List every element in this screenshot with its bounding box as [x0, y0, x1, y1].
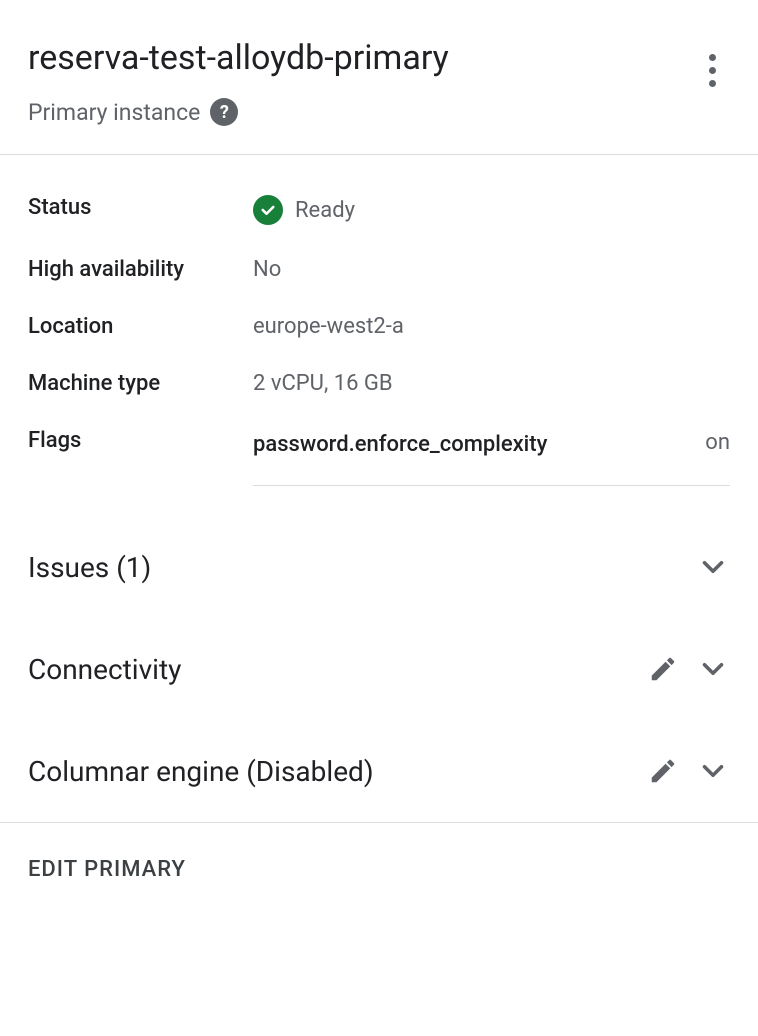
chevron-down-icon[interactable] — [696, 550, 730, 584]
ha-row: High availability No — [28, 257, 730, 282]
connectivity-title: Connectivity — [28, 653, 181, 686]
details-panel: Status Ready High availability No Locati… — [0, 155, 758, 516]
flags-row: Flags password.enforce_complexity on — [28, 428, 730, 486]
status-row: Status Ready — [28, 195, 730, 225]
edit-icon[interactable] — [648, 654, 678, 684]
flag-entry: password.enforce_complexity on — [253, 428, 730, 486]
columnar-section[interactable]: Columnar engine (Disabled) — [0, 720, 758, 822]
columnar-title: Columnar engine (Disabled) — [28, 755, 374, 788]
chevron-down-icon[interactable] — [696, 754, 730, 788]
chevron-down-icon[interactable] — [696, 652, 730, 686]
machine-row: Machine type 2 vCPU, 16 GB — [28, 371, 730, 396]
edit-primary-button[interactable]: EDIT PRIMARY — [28, 857, 186, 882]
connectivity-section[interactable]: Connectivity — [0, 618, 758, 720]
machine-label: Machine type — [28, 371, 253, 396]
instance-header: reserva-test-alloydb-primary Primary ins… — [0, 0, 758, 154]
location-label: Location — [28, 314, 253, 339]
status-label: Status — [28, 195, 253, 220]
flags-label: Flags — [28, 428, 253, 453]
location-value: europe-west2-a — [253, 314, 730, 339]
ha-value: No — [253, 257, 730, 282]
flag-name: password.enforce_complexity — [253, 428, 547, 461]
check-circle-icon — [253, 195, 283, 225]
flag-value: on — [705, 428, 730, 455]
issues-section[interactable]: Issues (1) — [0, 516, 758, 618]
help-icon[interactable]: ? — [210, 98, 238, 126]
ha-label: High availability — [28, 257, 253, 282]
location-row: Location europe-west2-a — [28, 314, 730, 339]
machine-value: 2 vCPU, 16 GB — [253, 371, 730, 396]
status-value: Ready — [253, 195, 730, 225]
edit-icon[interactable] — [648, 756, 678, 786]
instance-type-label: Primary instance — [28, 99, 200, 126]
issues-title: Issues (1) — [28, 551, 151, 584]
more-options-button[interactable] — [703, 48, 722, 93]
subtitle-row: Primary instance ? — [28, 98, 730, 126]
instance-title: reserva-test-alloydb-primary — [28, 38, 730, 78]
status-text: Ready — [295, 198, 355, 223]
footer: EDIT PRIMARY — [0, 823, 758, 916]
